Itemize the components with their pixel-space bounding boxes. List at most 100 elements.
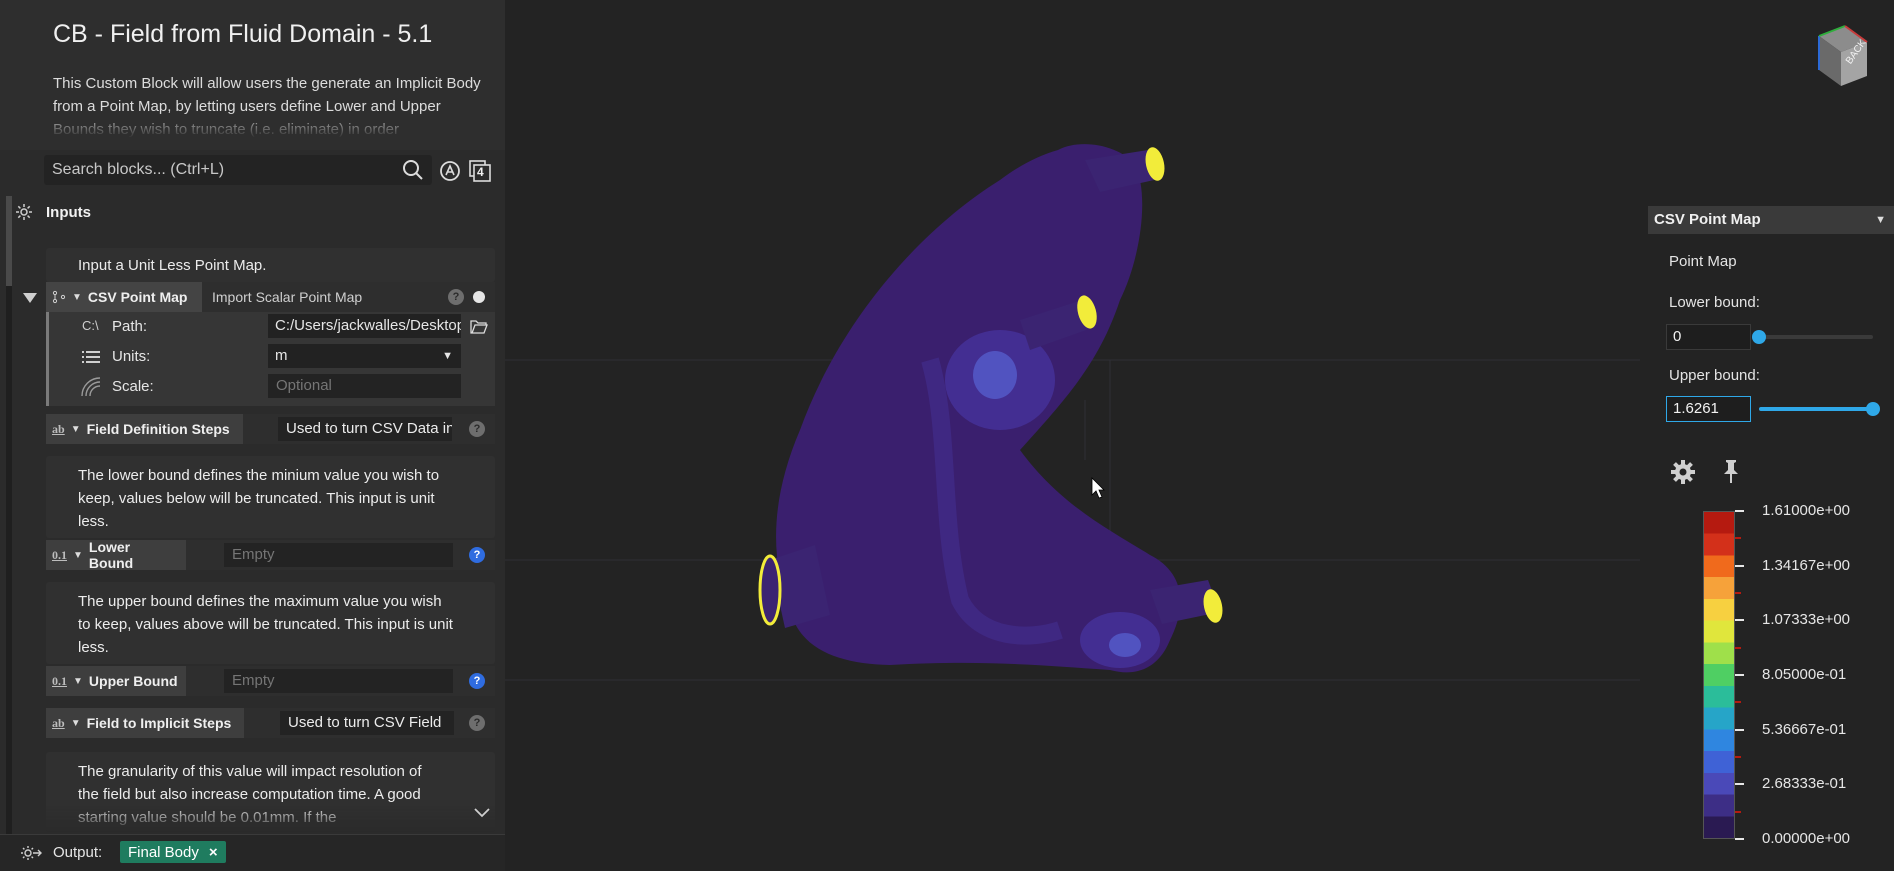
scrollbar-thumb[interactable] <box>6 196 12 286</box>
legend-tick <box>1735 838 1744 840</box>
field-definition-tag[interactable]: ab ▼ Field Definition Steps <box>46 414 243 444</box>
block-count-icon[interactable]: 4 <box>469 160 491 182</box>
number-type-icon: 0.1 <box>52 547 67 562</box>
scrollbar-track[interactable] <box>6 196 12 836</box>
units-value: m <box>275 347 288 364</box>
text-type-icon: ab <box>52 715 65 730</box>
chevron-down-icon[interactable] <box>474 808 490 818</box>
legend-tick <box>1735 674 1744 676</box>
units-select[interactable]: m ▼ <box>268 344 461 368</box>
upper-bound-input[interactable] <box>224 669 453 693</box>
legend-label: 1.34167e+00 <box>1762 556 1851 574</box>
inputs-title: Inputs <box>46 203 91 221</box>
point-map-icon <box>52 290 66 304</box>
folder-open-icon[interactable] <box>470 318 488 334</box>
mouse-cursor-icon <box>1091 477 1105 499</box>
csv-point-map-panel-header[interactable]: CSV Point Map ▼ <box>1648 206 1894 234</box>
legend-minor-tick <box>1735 537 1741 540</box>
units-label: Units: <box>112 348 151 365</box>
field-definition-block[interactable]: ab ▼ Field Definition Steps Used to turn… <box>46 414 495 444</box>
implicit-steps-field[interactable]: Used to turn CSV Field <box>280 711 454 735</box>
csv-block-name: Import Scalar Point Map <box>212 289 363 305</box>
field-definition-tag-label: Field Definition Steps <box>86 421 230 437</box>
close-icon[interactable]: × <box>209 844 218 861</box>
scale-icon <box>81 377 101 397</box>
search-input[interactable] <box>52 155 382 185</box>
block-description: This Custom Block will allow users the g… <box>53 75 481 138</box>
chevron-down-icon: ▼ <box>73 549 83 561</box>
upper-bound-tag-label: Upper Bound <box>88 673 178 689</box>
point-map-label: Point Map <box>1669 253 1737 270</box>
3d-viewport[interactable]: BACK <box>505 0 1894 870</box>
legend-tick <box>1735 510 1744 512</box>
settings-gear-icon[interactable] <box>1670 459 1696 485</box>
upper-bound-value-input[interactable]: 1.6261 <box>1666 396 1751 422</box>
lower-bound-label: Lower bound: <box>1669 294 1760 311</box>
lower-bound-slider-track[interactable] <box>1759 335 1873 339</box>
caret-down-icon: ▼ <box>1875 214 1886 226</box>
chevron-down-icon: ▼ <box>70 423 81 435</box>
legend-label: 0.00000e+00 <box>1762 830 1851 847</box>
drive-icon: C:\ <box>82 318 99 333</box>
legend-label: 2.68333e-01 <box>1762 775 1847 793</box>
view-cube-icon <box>1818 25 1868 86</box>
upper-bound-slider-track[interactable] <box>1759 407 1873 411</box>
scene <box>505 144 1640 681</box>
color-legend-bar <box>1703 511 1735 839</box>
legend-minor-tick <box>1735 701 1741 704</box>
implicit-steps-tag-label: Field to Implicit Steps <box>86 715 232 731</box>
view-cube[interactable]: BACK <box>1805 22 1875 92</box>
lower-bound-tag-label: Lower Bound <box>88 539 134 571</box>
number-type-icon: 0.1 <box>52 673 67 688</box>
output-label: Output: <box>53 844 103 861</box>
implicit-steps-block[interactable]: ab ▼ Field to Implicit Steps Used to tur… <box>46 708 495 738</box>
output-chip[interactable]: Final Body × <box>120 841 226 863</box>
help-icon[interactable]: ? <box>469 715 485 731</box>
assistant-icon[interactable] <box>439 160 461 182</box>
legend-tick <box>1735 728 1744 731</box>
legend-label: 8.05000e-01 <box>1762 666 1847 683</box>
pin-icon[interactable] <box>1720 458 1742 484</box>
upper-bound-label: Upper bound: <box>1669 367 1760 384</box>
caret-down-icon: ▼ <box>442 350 453 362</box>
block-count: 4 <box>477 165 484 179</box>
list-icon <box>82 351 100 363</box>
path-label: Path: <box>112 318 148 335</box>
lower-bound-block[interactable]: 0.1 ▼ Lower Bound ? <box>46 539 495 571</box>
legend-tick <box>1735 783 1744 786</box>
legend-label: 1.61000e+00 <box>1762 502 1851 519</box>
help-icon[interactable]: ? <box>469 547 485 563</box>
fluid-domain-mesh[interactable] <box>758 144 1225 673</box>
field-definition-field[interactable]: Used to turn CSV Data into <box>278 417 452 441</box>
upper-bound-tag[interactable]: 0.1 ▼ Upper Bound <box>46 666 186 696</box>
csv-point-map-tag-label: CSV Point Map <box>87 289 188 305</box>
upper-bound-block[interactable]: 0.1 ▼ Upper Bound ? <box>46 666 495 696</box>
lower-bound-slider-knob[interactable] <box>1752 330 1766 344</box>
lower-bound-input[interactable] <box>224 543 453 567</box>
upper-bound-slider-knob[interactable] <box>1866 402 1880 416</box>
csv-point-map-tag[interactable]: ▼ CSV Point Map <box>46 282 202 312</box>
granularity-note: The granularity of this value will impac… <box>46 752 495 832</box>
block-panel: CB - Field from Fluid Domain - 5.1 This … <box>0 0 506 871</box>
lower-bound-tag[interactable]: 0.1 ▼ Lower Bound <box>46 539 186 571</box>
legend-label: 1.07333e+00 <box>1762 611 1851 629</box>
gear-icon <box>16 204 32 220</box>
search-icon[interactable] <box>402 159 424 181</box>
help-icon[interactable]: ? <box>469 673 485 689</box>
chevron-down-icon: ▼ <box>70 717 81 729</box>
scale-input[interactable] <box>268 374 461 398</box>
help-icon[interactable]: ? <box>469 421 485 437</box>
csv-point-map-block[interactable]: ▼ CSV Point Map Import Scalar Point Map … <box>46 282 495 312</box>
legend-minor-tick <box>1735 646 1741 649</box>
output-bar: Output: Final Body × <box>0 834 505 871</box>
upper-bound-note: The upper bound defines the maximum valu… <box>46 582 495 664</box>
inputs-header[interactable]: Inputs <box>14 198 91 226</box>
legend-tick <box>1735 564 1744 567</box>
panel-title: CSV Point Map <box>1654 211 1761 228</box>
help-icon[interactable]: ? <box>448 289 464 305</box>
implicit-steps-tag[interactable]: ab ▼ Field to Implicit Steps <box>46 708 244 738</box>
lower-bound-value-input[interactable]: 0 <box>1666 324 1751 350</box>
path-field[interactable]: C:/Users/jackwalles/Desktop/ <box>268 314 461 338</box>
csv-note: Input a Unit Less Point Map. <box>46 248 495 282</box>
collapse-triangle-icon[interactable] <box>22 292 38 304</box>
